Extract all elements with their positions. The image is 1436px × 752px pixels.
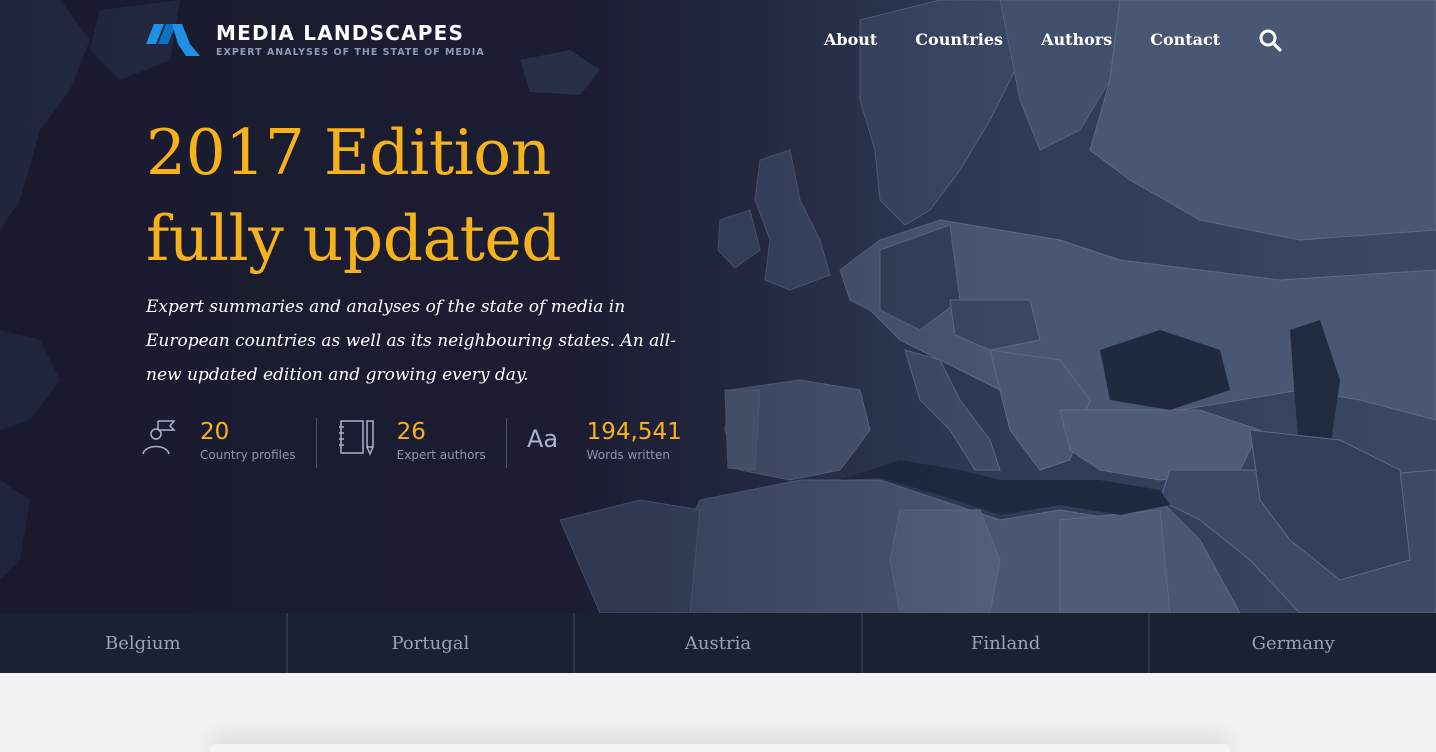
- nav-contact[interactable]: Contact: [1150, 29, 1220, 51]
- logo-mark-icon: [146, 24, 200, 56]
- headline-line-1: 2017 Edition: [146, 116, 551, 189]
- stat-words-written: Aa 194,541 Words written: [527, 418, 682, 468]
- nav-about[interactable]: About: [824, 29, 877, 51]
- stats-row: 20 Country profiles 26 Expert authors Aa…: [140, 418, 682, 468]
- stat-label: Words written: [586, 448, 670, 462]
- content-card-edge: [210, 744, 1230, 752]
- featured-countries-bar: Belgium Portugal Austria Finland Germany: [0, 613, 1436, 673]
- svg-text:Aa: Aa: [527, 425, 558, 453]
- nav-countries[interactable]: Countries: [915, 29, 1003, 51]
- stat-value: 26: [396, 419, 426, 445]
- stat-divider: [315, 418, 317, 468]
- hero-headline: 2017 Edition fully updated: [146, 110, 562, 282]
- country-link-austria[interactable]: Austria: [575, 613, 863, 673]
- headline-line-2: fully updated: [146, 202, 562, 275]
- stat-expert-authors: 26 Expert authors: [337, 418, 486, 468]
- country-link-germany[interactable]: Germany: [1150, 613, 1436, 673]
- stat-label: Country profiles: [200, 448, 296, 462]
- main-navigation: About Countries Authors Contact: [824, 28, 1282, 52]
- stat-divider: [505, 418, 507, 468]
- stat-value: 20: [200, 419, 230, 445]
- site-logo[interactable]: MEDIA LANDSCAPES EXPERT ANALYSES OF THE …: [146, 22, 485, 62]
- hero-section: MEDIA LANDSCAPES EXPERT ANALYSES OF THE …: [0, 0, 1436, 613]
- country-link-finland[interactable]: Finland: [863, 613, 1151, 673]
- stat-label: Expert authors: [396, 448, 486, 462]
- hero-lede: Expert summaries and analyses of the sta…: [146, 297, 676, 385]
- nav-authors[interactable]: Authors: [1041, 29, 1112, 51]
- logo-title: MEDIA LANDSCAPES: [216, 21, 465, 45]
- flag-person-icon: [142, 420, 176, 455]
- notebook-pencil-icon: [338, 420, 374, 456]
- stat-country-profiles: 20 Country profiles: [140, 418, 296, 468]
- search-icon[interactable]: [1258, 28, 1282, 52]
- stat-value: 194,541: [586, 419, 682, 445]
- font-aa-icon: Aa: [527, 425, 558, 453]
- country-link-belgium[interactable]: Belgium: [0, 613, 288, 673]
- country-link-portugal[interactable]: Portugal: [288, 613, 576, 673]
- logo-subtitle: EXPERT ANALYSES OF THE STATE OF MEDIA: [216, 47, 485, 58]
